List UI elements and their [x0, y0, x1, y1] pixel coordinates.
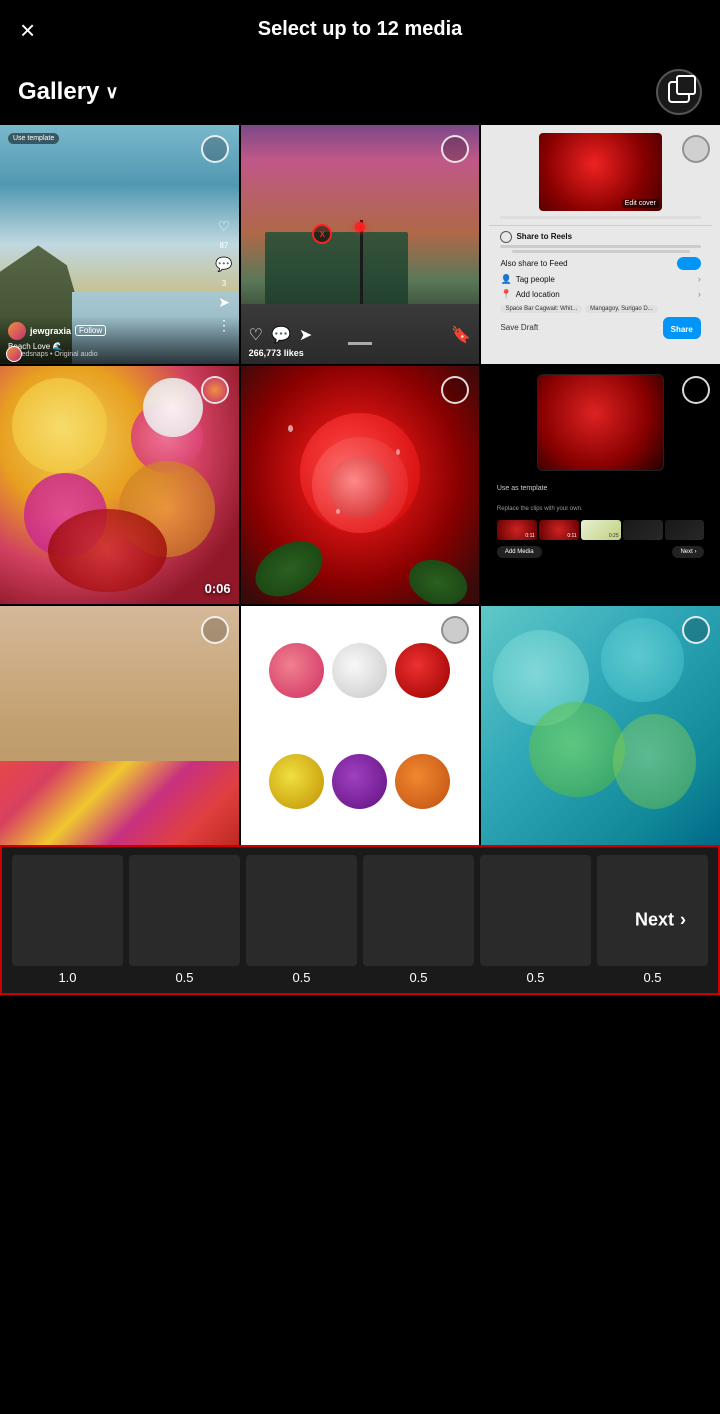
media-cell-flowers[interactable]: 0:06	[0, 366, 239, 605]
heart-icon: ♡	[218, 218, 231, 235]
comment-count: 3	[222, 279, 226, 288]
select-circle-3	[682, 135, 710, 163]
bookmark-icon[interactable]: 🔖	[451, 325, 471, 345]
select-circle-6	[682, 376, 710, 404]
tray-thumb-4	[363, 855, 474, 966]
story-follow-button[interactable]: Follow	[75, 325, 106, 336]
comment-icon[interactable]: 💬	[271, 325, 291, 345]
tray-thumb-1	[12, 855, 123, 966]
gallery-label-text: Gallery	[18, 78, 99, 106]
post-likes: 266,773 likes	[249, 348, 472, 358]
tray-item-2[interactable]: 0.5	[129, 855, 240, 985]
select-circle-4	[201, 376, 229, 404]
gallery-dropdown[interactable]: Gallery ∨	[18, 78, 119, 106]
media-cell-beach[interactable]: jewgraxia Follow Beach Love 🌊 alteredsna…	[0, 125, 239, 364]
tray-thumb-3	[246, 855, 357, 966]
chevron-down-icon: ∨	[105, 82, 118, 103]
tray-duration-1: 1.0	[58, 970, 76, 985]
story-audio: alteredsnaps • Original audio	[8, 351, 231, 358]
story-overlay: jewgraxia Follow Beach Love 🌊 alteredsna…	[0, 316, 239, 364]
media-cell-rose[interactable]	[241, 366, 480, 605]
multi-select-button[interactable]	[656, 69, 702, 115]
media-cell-teal[interactable]	[481, 606, 720, 845]
media-cell-train[interactable]: X ♡ 💬 ➤ 🔖 266,773 likes	[241, 125, 480, 364]
selected-tray: 1.0 0.5 0.5 0.5 0.5 0.5 Next ›	[0, 845, 720, 995]
duration-badge: 0:06	[205, 581, 231, 596]
tray-duration-3: 0.5	[292, 970, 310, 985]
tray-thumb-2	[129, 855, 240, 966]
header: × Select up to 12 media	[0, 0, 720, 59]
close-button[interactable]: ×	[20, 17, 35, 43]
tray-duration-6: 0.5	[643, 970, 661, 985]
story-icons: ♡ 87 💬 3 ➤ ⋮	[215, 218, 232, 334]
story-caption: Beach Love 🌊	[8, 342, 231, 351]
share-icon[interactable]: ➤	[299, 325, 312, 345]
story-username: jewgraxia	[30, 326, 71, 336]
tray-duration-4: 0.5	[409, 970, 427, 985]
tray-thumb-5	[480, 855, 591, 966]
select-circle-7	[201, 616, 229, 644]
tray-item-1[interactable]: 1.0	[12, 855, 123, 985]
like-icon[interactable]: ♡	[249, 325, 263, 345]
next-chevron-icon: ›	[680, 910, 686, 931]
subheader: Gallery ∨	[0, 59, 720, 125]
heart-count: 87	[219, 241, 228, 250]
next-button-label: Next	[635, 910, 674, 931]
more-icon: ⋮	[217, 317, 231, 334]
comment-icon: 💬	[215, 256, 232, 273]
media-cell-app[interactable]: Use as template Replace the clips with y…	[481, 366, 720, 605]
media-cell-stickers[interactable]	[241, 606, 480, 845]
tray-duration-5: 0.5	[526, 970, 544, 985]
media-cell-screenshot1[interactable]: Edit cover Share to Reels Also share to …	[481, 125, 720, 364]
multi-select-icon	[668, 81, 690, 103]
tray-item-4[interactable]: 0.5	[363, 855, 474, 985]
select-circle-5	[441, 376, 469, 404]
story-avatar	[8, 322, 26, 340]
tray-item-5[interactable]: 0.5	[480, 855, 591, 985]
media-cell-beige[interactable]	[0, 606, 239, 845]
page-title: Select up to 12 media	[258, 18, 463, 41]
select-circle-1	[201, 135, 229, 163]
share-icon: ➤	[218, 294, 230, 311]
next-button[interactable]: Next ›	[613, 896, 708, 945]
media-grid: jewgraxia Follow Beach Love 🌊 alteredsna…	[0, 125, 720, 845]
tray-item-3[interactable]: 0.5	[246, 855, 357, 985]
tray-duration-2: 0.5	[175, 970, 193, 985]
post-bottom: ♡ 💬 ➤ 🔖 266,773 likes	[241, 319, 480, 364]
template-badge[interactable]: Use template	[8, 133, 59, 144]
